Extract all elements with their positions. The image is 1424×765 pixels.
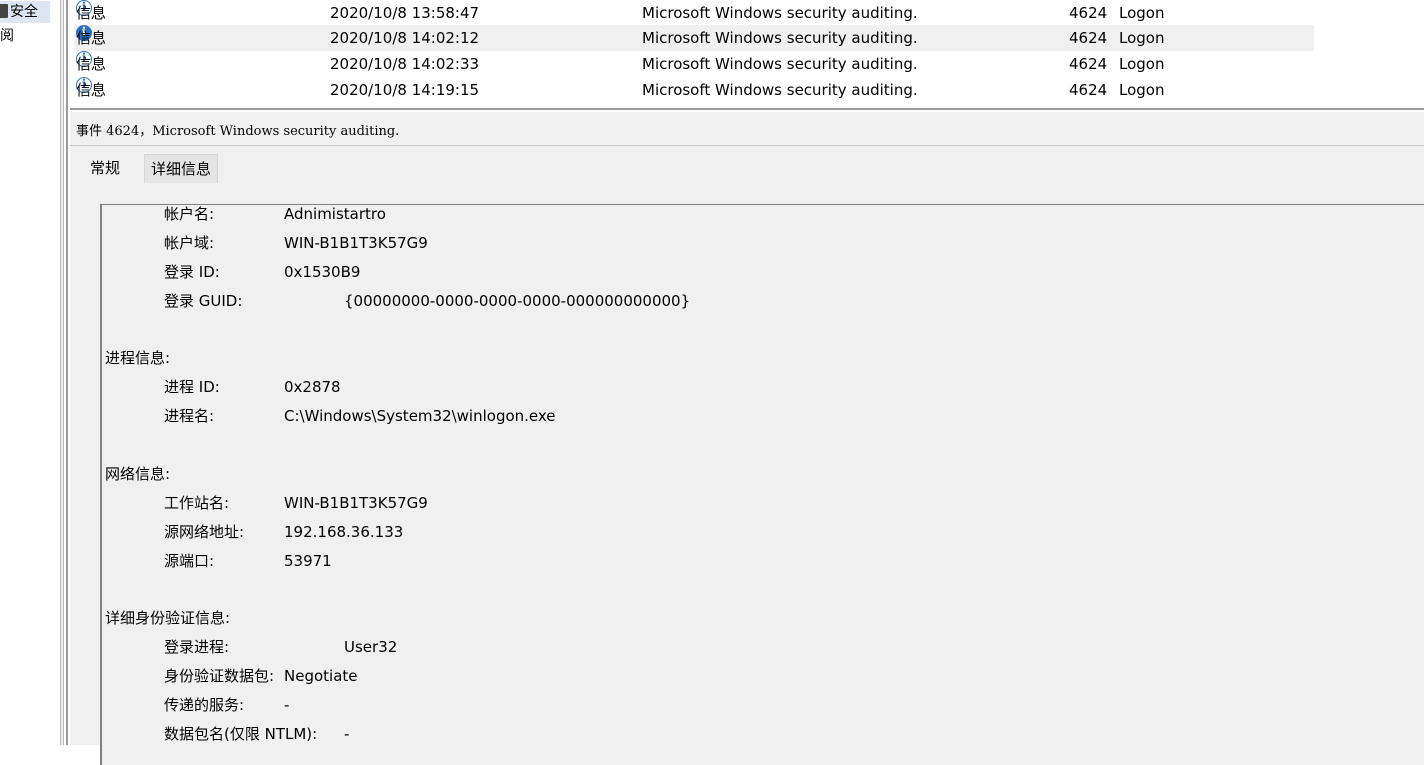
event-row[interactable]: i 信息 2020/10/8 14:02:33 Microsoft Windows… (74, 51, 1314, 77)
pane-splitter[interactable] (60, 0, 64, 745)
pane-divider (66, 0, 68, 745)
event-time: 2020/10/8 14:02:12 (330, 29, 480, 47)
field-value: - (344, 725, 350, 743)
event-source: Microsoft Windows security auditing. (642, 81, 918, 99)
event-task: Logon (1119, 81, 1165, 99)
event-row[interactable]: i 信息 2020/10/8 14:19:15 Microsoft Windows… (74, 77, 1314, 103)
event-detail-header: 事件 4624，Microsoft Windows security audit… (76, 124, 400, 139)
event-time: 2020/10/8 14:02:33 (330, 55, 480, 73)
tree-item-subscriptions[interactable]: 订阅 (0, 25, 14, 47)
field-label: 登录 GUID: (164, 292, 243, 310)
field-label: 登录进程: (164, 638, 230, 656)
event-level: 信息 (76, 29, 107, 47)
field-value: Adnimistartro (284, 205, 386, 223)
tree-item-label: 订阅 (0, 28, 14, 44)
event-level: 信息 (76, 81, 107, 99)
field-value: 0x2878 (284, 378, 341, 396)
event-source: Microsoft Windows security auditing. (642, 29, 918, 47)
tab-general[interactable]: 常规 (84, 154, 127, 182)
tab-details[interactable]: 详细信息 (144, 154, 219, 183)
event-task: Logon (1119, 55, 1165, 73)
event-source: Microsoft Windows security auditing. (642, 4, 918, 22)
event-row[interactable]: i 信息 2020/10/8 13:58:47 Microsoft Windows… (74, 0, 1314, 26)
divider (70, 145, 1424, 146)
section-title: 进程信息: (105, 349, 171, 367)
section-title: 网络信息: (105, 465, 171, 483)
event-task: Logon (1119, 4, 1165, 22)
field-label: 进程 ID: (164, 378, 220, 396)
event-detail-pane: 事件 4624，Microsoft Windows security audit… (70, 112, 1424, 765)
field-label: 源网络地址: (164, 523, 245, 541)
navigation-tree: 安全 订阅 (0, 0, 60, 745)
field-label: 登录 ID: (164, 263, 220, 281)
field-label: 传递的服务: (164, 696, 245, 714)
field-label: 帐户域: (164, 234, 215, 252)
event-description: 帐户名: Adnimistartro 帐户域: WIN-B1B1T3K57G9 … (100, 204, 1424, 765)
field-value: {00000000-0000-0000-0000-000000000000} (344, 292, 691, 310)
event-time: 2020/10/8 14:19:15 (330, 81, 480, 99)
tree-item-label: 安全 (10, 4, 38, 20)
field-value: WIN-B1B1T3K57G9 (284, 234, 428, 252)
event-level: 信息 (76, 4, 107, 22)
field-value: WIN-B1B1T3K57G9 (284, 494, 428, 512)
field-value: - (284, 696, 290, 714)
event-task: Logon (1119, 29, 1165, 47)
field-value: 53971 (284, 552, 332, 570)
field-label: 身份验证数据包: (164, 667, 275, 685)
field-value: 192.168.36.133 (284, 523, 404, 541)
field-label: 进程名: (164, 407, 215, 425)
field-label: 数据包名(仅限 NTLM): (164, 725, 318, 743)
event-source: Microsoft Windows security auditing. (642, 55, 918, 73)
field-label: 源端口: (164, 552, 215, 570)
event-id: 4624 (1069, 4, 1108, 22)
field-value: 0x1530B9 (284, 263, 361, 281)
section-title: 详细身份验证信息: (105, 609, 231, 627)
log-icon (0, 4, 8, 18)
field-label: 帐户名: (164, 205, 215, 223)
event-id: 4624 (1069, 55, 1108, 73)
event-time: 2020/10/8 13:58:47 (330, 4, 480, 22)
tree-item-security[interactable]: 安全 (0, 1, 50, 23)
field-value: Negotiate (284, 667, 358, 685)
event-list: i 信息 2020/10/8 13:58:47 Microsoft Windows… (70, 0, 1424, 110)
event-level: 信息 (76, 55, 107, 73)
field-value: C:\Windows\System32\winlogon.exe (284, 407, 556, 425)
field-label: 工作站名: (164, 494, 230, 512)
event-id: 4624 (1069, 29, 1108, 47)
event-row-selected[interactable]: i 信息 2020/10/8 14:02:12 Microsoft Windows… (74, 25, 1314, 51)
field-value: User32 (344, 638, 398, 656)
event-id: 4624 (1069, 81, 1108, 99)
